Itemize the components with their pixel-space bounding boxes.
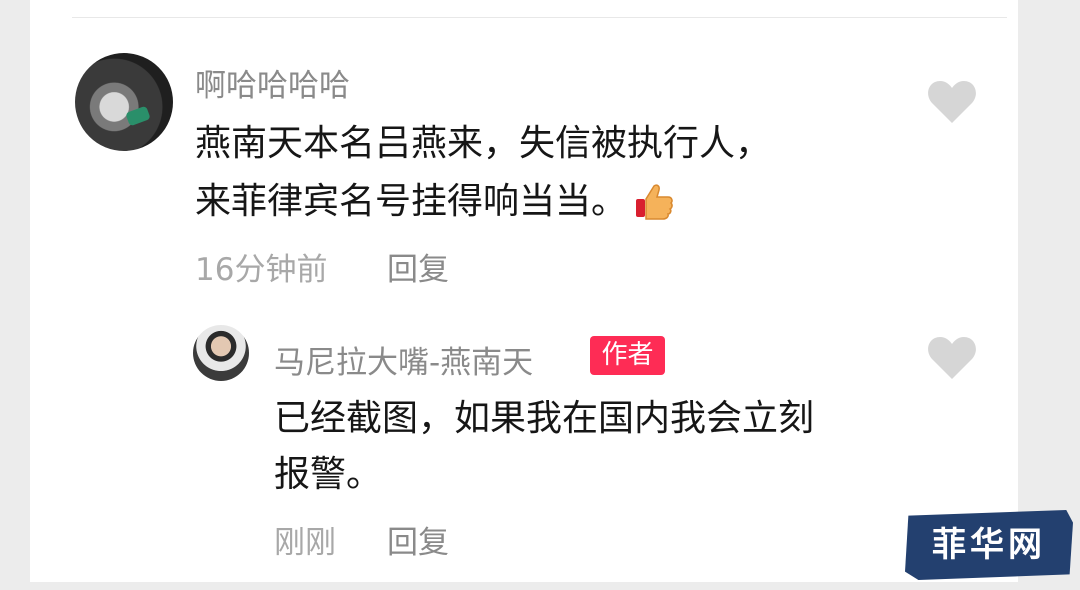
commenter-username[interactable]: 啊哈哈哈哈 [195,60,350,105]
site-watermark: 菲华网 [905,510,1073,580]
heart-icon [928,81,976,123]
comment-timestamp: 16分钟前 [195,252,328,288]
reply-button[interactable]: 回复 [387,244,449,289]
author-badge: 作者 [590,336,665,375]
reply-text-line: 已经截图，如果我在国内我会立刻 [274,398,815,439]
divider [72,17,1007,18]
reply-button[interactable]: 回复 [387,517,449,562]
thumbs-up-icon [633,181,675,223]
comment-text-line-with-emoji: 来菲律宾名号挂得响当当。 [195,173,675,231]
reply-timestamp: 刚刚 [274,525,336,561]
avatar[interactable] [193,325,249,381]
like-button[interactable] [926,78,978,126]
comment-text-line: 燕南天本名吕燕来，失信被执行人， [195,123,772,164]
like-button[interactable] [926,334,978,382]
reply-text-line: 报警。 [274,454,383,495]
comment-panel: 啊哈哈哈哈 燕南天本名吕燕来，失信被执行人， 来菲律宾名号挂得响当当。 16分钟… [30,0,1018,582]
heart-icon [928,337,976,379]
comment-text-line: 来菲律宾名号挂得响当当。 [195,181,628,222]
reply-author-username[interactable]: 马尼拉大嘴-燕南天 [274,337,533,382]
avatar[interactable] [75,53,173,151]
